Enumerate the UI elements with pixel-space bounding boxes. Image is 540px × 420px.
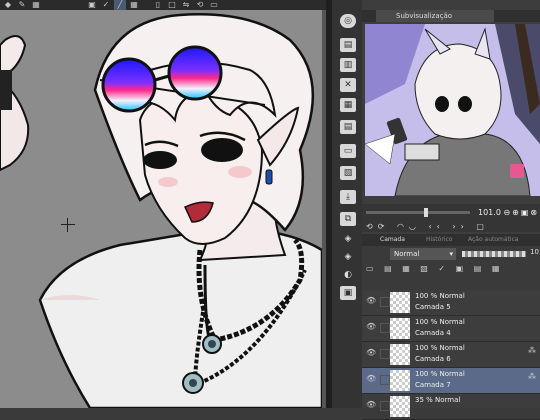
layer-row[interactable]: 👁 100 % Normal Camada 5 [362,290,540,316]
layer-thumbnail [390,370,410,391]
layer-lock-toggle[interactable] [380,323,390,333]
tool-property-icon[interactable]: ▥ [340,58,356,72]
eye-icon[interactable]: 👁 [366,349,376,357]
fill-icon[interactable]: ◐ [340,268,356,282]
rotate-buttons[interactable]: ⟲⟳ ◠◡ ‹‹ ›› ▢ [366,222,536,232]
link-icon: ⁂ [528,372,536,381]
material-icon[interactable]: ✕ [340,78,356,92]
eye-icon[interactable]: 👁 [366,375,376,383]
chevron-down-icon: ▾ [449,250,453,258]
copy-icon[interactable]: ⧉ [340,212,356,226]
tab-layer[interactable]: Camada [380,234,405,246]
brush-size-icon[interactable]: ▭ [340,144,356,158]
layer-row[interactable]: 👁 100 % Normal Camada 6 ⁂ [362,342,540,368]
layer-row[interactable]: 👁 100 % Normal Camada 4 [362,316,540,342]
subview-preview-image [365,24,540,196]
zoom-buttons[interactable]: ⊖⊕▣⊗ [503,208,539,217]
layer-mode: 100 % Normal [415,292,465,300]
eye-icon[interactable]: 👁 [366,297,376,305]
drawing-canvas[interactable] [0,10,326,408]
eye-icon[interactable]: 👁 [366,323,376,331]
tab-auto-action[interactable]: Ação automática [468,234,519,246]
layer-lock-toggle[interactable] [380,401,390,411]
pen-icon[interactable]: ✎ [16,0,28,10]
navigator-icon[interactable]: ◎ [340,14,356,28]
color-icon[interactable]: ▦ [340,98,356,112]
layer-action-icons[interactable]: ▭ ▤ ▦ ▧ ✓ ▣ ▤ ▦ [366,264,536,276]
layer-row[interactable]: 👁 100 % Normal Camada 7 ⁂ [362,368,540,394]
layer-lock-toggle[interactable] [380,349,390,359]
rotate-icon[interactable]: ⟲ [194,0,206,10]
layer-thumbnail [390,344,410,365]
layer-thumbnail [390,292,410,313]
brush-icon[interactable]: ▦ [30,0,42,10]
layer-thumbnail [390,396,410,417]
link-icon: ⁂ [528,346,536,355]
tab-subview[interactable]: Subvisualização [376,10,494,22]
history-icon[interactable]: ▤ [340,120,356,134]
sub-tool-icon[interactable]: ▧ [340,166,356,180]
check-icon[interactable]: ✓ [100,0,112,10]
stack-icon[interactable]: ◈ [340,232,356,246]
opacity-slider[interactable] [462,251,526,257]
download-icon[interactable]: ⤓ [340,190,356,204]
fill-icon[interactable]: ▣ [86,0,98,10]
artwork [0,13,324,408]
move-icon[interactable]: ◆ [2,0,14,10]
panel-icon[interactable]: ▣ [340,286,356,300]
crosshair-cursor [61,218,75,232]
layer-mode: 100 % Normal [415,370,465,378]
layer-mode: 35 % Normal [415,396,461,404]
layer-name: Camada 7 [415,381,451,389]
phone-icon[interactable]: ▯ [152,0,164,10]
layer-lock-toggle[interactable] [380,297,390,307]
layer-name: Camada 6 [415,355,451,363]
side-tool-strip: ◎ ▤ ▥ ✕ ▦ ▤ ▭ ▧ ⤓ ⧉ ◈ ◈ ◐ ▣ [332,0,362,408]
layer-property-icon[interactable]: ▤ [340,38,356,52]
opacity-value: 10 [530,248,539,256]
flip-icon[interactable]: ⇋ [180,0,192,10]
layer-thumbnail [390,318,410,339]
layer-lock-toggle[interactable] [380,375,390,385]
clip-icon[interactable]: ◈ [340,250,356,264]
zoom-slider[interactable] [366,208,470,217]
grid-icon[interactable]: ▦ [128,0,140,10]
subview-tab-label: Subvisualização [396,12,453,20]
layer-row[interactable]: 👁 35 % Normal [362,394,540,420]
layer-mode: 100 % Normal [415,318,465,326]
ruler-icon[interactable]: ╱ [114,0,126,10]
layer-name: Camada 4 [415,329,451,337]
layer-name: Camada 5 [415,303,451,311]
frame-icon[interactable]: ▭ [208,0,220,10]
zoom-value: 101.0 ⊖⊕▣⊗ [478,208,540,217]
square-icon[interactable]: □ [166,0,178,10]
blend-mode-select[interactable]: Normal ▾ [390,248,456,260]
tab-history[interactable]: Histórico [426,234,452,246]
layer-mode: 100 % Normal [415,344,465,352]
zoom-slider-handle[interactable] [424,208,428,217]
